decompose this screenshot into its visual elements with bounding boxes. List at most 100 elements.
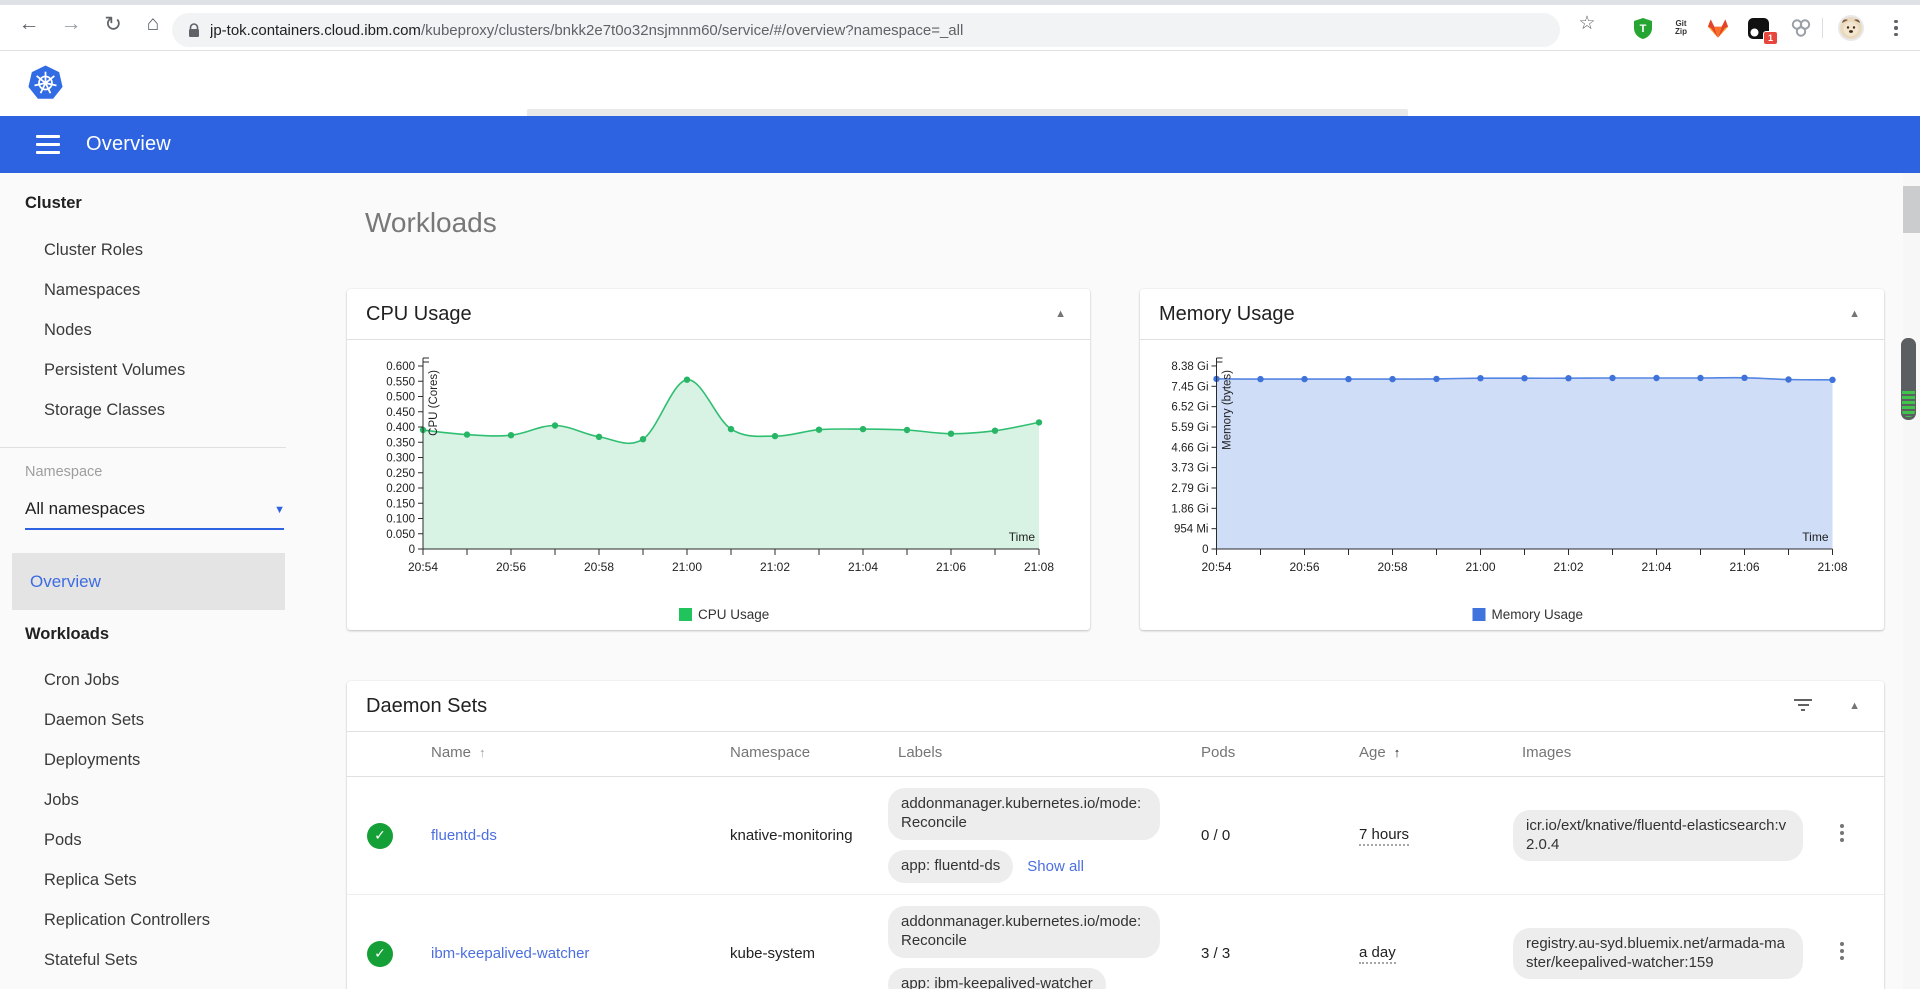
sidebar-divider (0, 447, 286, 448)
status-ok-icon: ✓ (367, 822, 393, 849)
sidebar-item-replication-controllers[interactable]: Replication Controllers (44, 911, 210, 930)
svg-text:1.86 Gi: 1.86 Gi (1171, 503, 1208, 515)
svg-text:21:02: 21:02 (760, 560, 790, 574)
sidebar-item-nodes[interactable]: Nodes (44, 321, 92, 340)
scrollbar-track[interactable] (1903, 173, 1920, 989)
column-header-pods[interactable]: Pods (1201, 744, 1235, 761)
svg-text:0.250: 0.250 (386, 468, 415, 480)
svg-text:21:00: 21:00 (1465, 560, 1495, 574)
sort-ascending-icon[interactable]: ↑ (479, 745, 486, 760)
svg-text:0.600: 0.600 (386, 361, 415, 373)
label-chip: addonmanager.kubernetes.io/mode: Reconci… (888, 906, 1160, 958)
sidebar-item-stateful-sets[interactable]: Stateful Sets (44, 951, 138, 970)
sidebar-item-pods[interactable]: Pods (44, 831, 82, 850)
sidebar-item-namespaces[interactable]: Namespaces (44, 281, 140, 300)
gitzip-extension-icon[interactable]: Git Zip (1668, 15, 1694, 41)
sidebar: Cluster Cluster Roles Namespaces Nodes Pers… (0, 173, 330, 989)
labels-cell: addonmanager.kubernetes.io/mode: Reconci… (888, 895, 1218, 989)
svg-text:2.79 Gi: 2.79 Gi (1171, 483, 1208, 495)
column-header-name[interactable]: Name ↑ (431, 744, 486, 761)
sidebar-item-persistent-volumes[interactable]: Persistent Volumes (44, 361, 185, 380)
namespace-label: Namespace (25, 464, 103, 480)
svg-text:21:08: 21:08 (1817, 560, 1847, 574)
svg-text:T: T (1640, 23, 1647, 35)
browser-profile-avatar[interactable] (1838, 15, 1864, 41)
namespace-value: knative-monitoring (730, 827, 853, 844)
cpu-usage-card: CPU Usage ▲ 0 0.050 0.100 0.150 0.200 0.250 0.… (347, 289, 1090, 630)
back-icon[interactable]: ← (14, 12, 44, 36)
sidebar-item-cron-jobs[interactable]: Cron Jobs (44, 671, 119, 690)
daemon-sets-title: Daemon Sets (366, 694, 488, 717)
labels-cell: addonmanager.kubernetes.io/mode: Reconci… (888, 777, 1218, 894)
svg-text:0.050: 0.050 (386, 529, 415, 541)
namespace-select[interactable]: All namespaces ▼ (25, 499, 285, 519)
svg-text:0.200: 0.200 (386, 483, 415, 495)
svg-text:8.38 Gi: 8.38 Gi (1171, 361, 1208, 373)
scrollbar-thumb[interactable] (1901, 338, 1916, 420)
links-extension-icon[interactable] (1788, 15, 1814, 41)
image-chip: icr.io/ext/knative/fluentd-elasticsearch… (1513, 809, 1803, 862)
daemon-set-link[interactable]: fluentd-ds (431, 827, 497, 844)
chevron-down-icon: ▼ (274, 504, 285, 516)
sidebar-item-deployments[interactable]: Deployments (44, 751, 140, 770)
collapse-icon[interactable]: ▲ (1849, 700, 1860, 712)
svg-text:21:08: 21:08 (1024, 560, 1054, 574)
dark-extension-icon[interactable]: 1 (1745, 15, 1778, 45)
sidebar-item-daemon-sets[interactable]: Daemon Sets (44, 711, 144, 730)
svg-text:954 Mi: 954 Mi (1174, 524, 1209, 536)
sidebar-item-jobs[interactable]: Jobs (44, 791, 79, 810)
sidebar-section-cluster[interactable]: Cluster (25, 194, 82, 213)
row-actions-menu-icon[interactable] (1833, 823, 1851, 842)
svg-text:0.400: 0.400 (386, 422, 415, 434)
gitlab-extension-icon[interactable] (1705, 15, 1731, 41)
tampermonkey-extension-icon[interactable]: T (1630, 15, 1656, 41)
column-header-images[interactable]: Images (1522, 744, 1571, 761)
label-chip: addonmanager.kubernetes.io/mode: Reconci… (888, 788, 1160, 840)
daemon-set-link[interactable]: ibm-keepalived-watcher (431, 945, 589, 962)
show-all-link[interactable]: Show all (1027, 858, 1084, 875)
svg-text:0.150: 0.150 (386, 498, 415, 510)
hamburger-menu-icon[interactable] (36, 135, 60, 154)
sidebar-item-cluster-roles[interactable]: Cluster Roles (44, 241, 143, 260)
age-value: 7 hours (1359, 826, 1410, 846)
svg-text:0.300: 0.300 (386, 453, 415, 465)
collapse-icon[interactable]: ▲ (1849, 308, 1860, 320)
collapse-icon[interactable]: ▲ (1055, 308, 1066, 320)
bookmark-star-icon[interactable]: ☆ (1572, 12, 1602, 35)
sort-ascending-icon[interactable]: ↑ (1394, 745, 1401, 760)
svg-text:20:56: 20:56 (1289, 560, 1319, 574)
daemon-set-row: ✓ ibm-keepalived-watcher kube-system addonm… (347, 895, 1884, 989)
row-actions-menu-icon[interactable] (1833, 941, 1851, 960)
status-ok-icon: ✓ (367, 940, 393, 967)
svg-text:Time: Time (1009, 530, 1036, 544)
sidebar-item-overview[interactable]: Overview (12, 553, 285, 610)
svg-text:7.45 Gi: 7.45 Gi (1171, 381, 1208, 393)
daemon-sets-card: Daemon Sets ▲ Name ↑ Namespace Labels Pods Ag… (347, 681, 1884, 989)
sidebar-item-replica-sets[interactable]: Replica Sets (44, 871, 137, 890)
label-chip: app: fluentd-ds (888, 849, 1014, 883)
svg-text:Time: Time (1802, 530, 1829, 544)
svg-text:0: 0 (1202, 544, 1208, 556)
toolbar-divider (1822, 18, 1823, 38)
forward-icon[interactable]: → (56, 12, 86, 36)
sidebar-section-workloads[interactable]: Workloads (25, 625, 109, 644)
svg-text:CPU (Cores): CPU (Cores) (428, 370, 440, 436)
svg-text:20:58: 20:58 (584, 560, 614, 574)
reload-icon[interactable]: ↻ (98, 12, 128, 37)
cpu-usage-chart: 0 0.050 0.100 0.150 0.200 0.250 0.300 0.350 0.40… (386, 357, 1054, 622)
filter-icon[interactable] (1794, 699, 1812, 713)
home-icon[interactable]: ⌂ (138, 12, 168, 36)
page-heading: Overview (86, 133, 171, 155)
svg-text:0: 0 (409, 544, 415, 556)
pods-count: 3 / 3 (1201, 945, 1231, 962)
sidebar-item-storage-classes[interactable]: Storage Classes (44, 401, 165, 420)
column-header-namespace[interactable]: Namespace (730, 744, 810, 761)
svg-text:20:58: 20:58 (1377, 560, 1407, 574)
svg-text:0.100: 0.100 (386, 514, 415, 526)
address-bar[interactable]: jp-tok.containers.cloud.ibm.com/kubeprox… (172, 13, 1560, 47)
svg-text:Memory (bytes): Memory (bytes) (1222, 370, 1234, 450)
column-header-age[interactable]: Age ↑ (1359, 744, 1400, 761)
url-text: jp-tok.containers.cloud.ibm.com/kubeprox… (210, 21, 964, 39)
browser-menu-icon[interactable] (1886, 15, 1906, 41)
column-header-labels[interactable]: Labels (898, 744, 942, 761)
